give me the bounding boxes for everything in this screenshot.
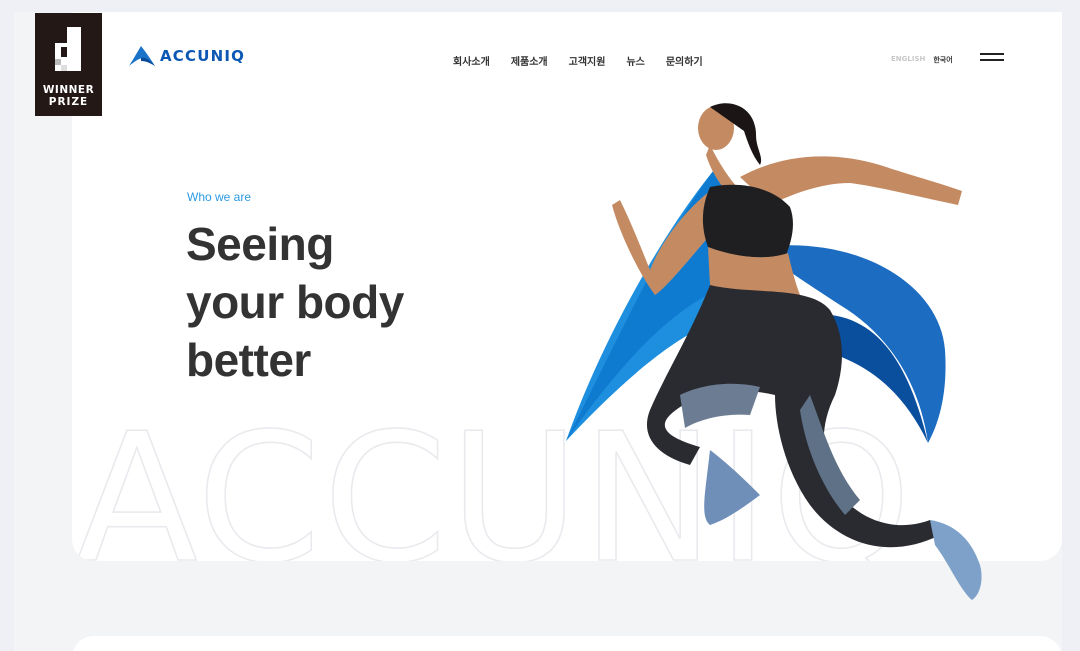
award-d-logo-icon <box>55 27 81 71</box>
accuniq-logo-icon <box>129 46 155 66</box>
nav-item-news[interactable]: 뉴스 <box>626 53 644 68</box>
hero-eyebrow: Who we are <box>187 190 252 204</box>
nav-item-support[interactable]: 고객지원 <box>569 53 606 68</box>
lang-korean[interactable]: 한국어 <box>933 55 952 65</box>
award-line-2: PRIZE <box>48 96 89 108</box>
language-switcher: ENGLISH 한국어 <box>891 55 953 65</box>
hero-headline: Seeing your body better <box>186 215 404 389</box>
brand-logo[interactable]: ACCUNIQ <box>128 45 245 67</box>
brand-name: ACCUNIQ <box>160 47 246 65</box>
headline-line-3: better <box>186 334 311 386</box>
nav-item-company[interactable]: 회사소개 <box>453 53 490 68</box>
headline-line-2: your body <box>186 276 404 328</box>
running-woman-illustration <box>566 103 982 600</box>
hamburger-menu-icon[interactable] <box>980 53 1004 63</box>
award-badge[interactable]: WINNER PRIZE <box>35 13 102 116</box>
nav-item-products[interactable]: 제품소개 <box>511 53 548 68</box>
award-line-1: WINNER <box>42 84 95 96</box>
main-nav: 회사소개 제품소개 고객지원 뉴스 문의하기 <box>453 53 703 68</box>
headline-line-1: Seeing <box>186 218 334 270</box>
lang-english[interactable]: ENGLISH <box>891 55 925 65</box>
nav-item-contact[interactable]: 문의하기 <box>666 53 703 68</box>
next-section-card <box>72 636 1062 651</box>
